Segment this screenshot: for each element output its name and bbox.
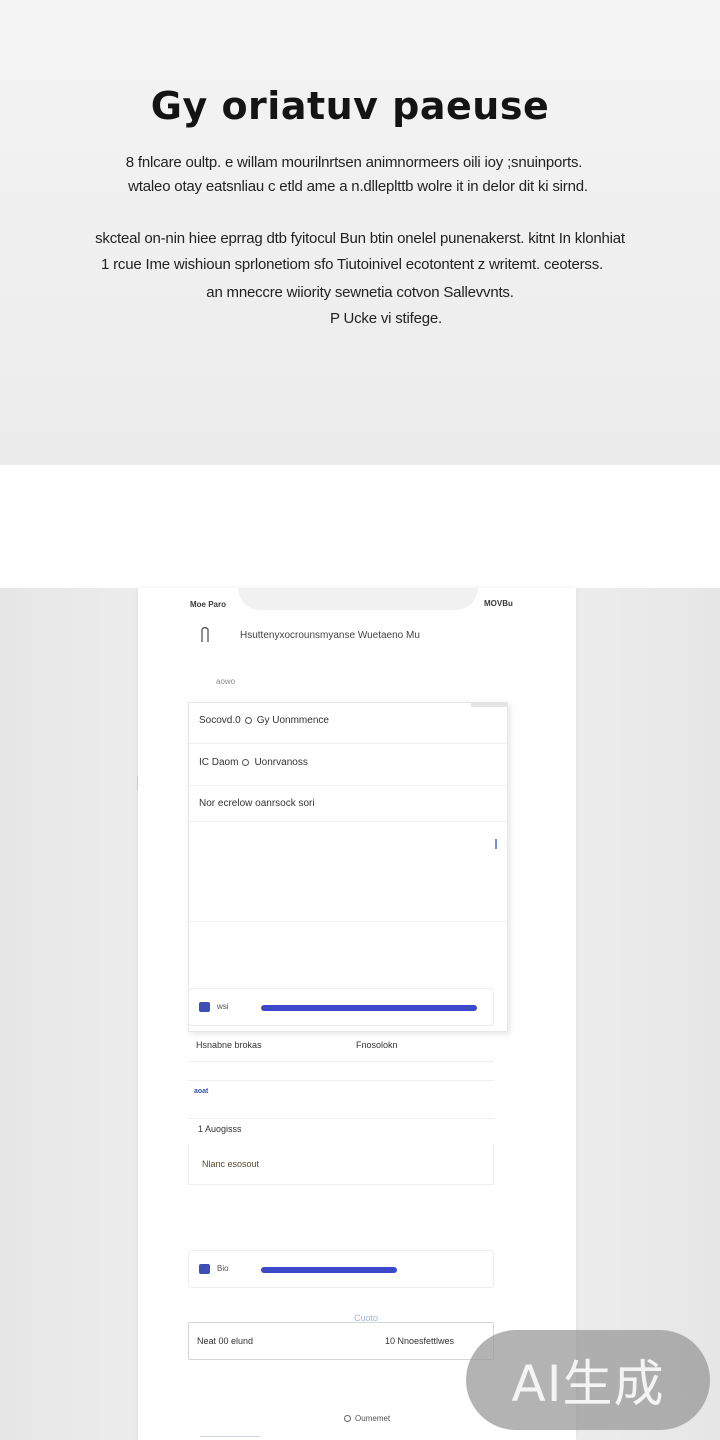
radio-circle-icon[interactable] bbox=[242, 759, 250, 766]
hero-paragraph-line: wtaleo otay eatsnliau c etld ame a n.dll… bbox=[128, 178, 588, 195]
progress-fill bbox=[261, 1267, 398, 1273]
hero-paragraph-line: 8 fnlcare oultp. e willam mourilnrtsen a… bbox=[125, 154, 583, 171]
bottom-input-field[interactable]: Neat 00 elund 10 Nnoesfettlwes bbox=[188, 1322, 494, 1360]
hero-title: Gy oriatuv paeuse bbox=[150, 84, 550, 128]
list-item[interactable]: Nlanc esosout bbox=[202, 1159, 259, 1169]
progress-track bbox=[261, 1267, 477, 1273]
list-item[interactable]: 1 Auogisss bbox=[198, 1124, 242, 1134]
sub-link[interactable]: aowo bbox=[216, 677, 235, 686]
phone-notch bbox=[238, 588, 478, 610]
checkbox-icon[interactable] bbox=[199, 1002, 210, 1012]
progress-label: Bio bbox=[217, 1264, 229, 1273]
hero-section: Gy oriatuv paeuse 8 fnlcare oultp. e wil… bbox=[0, 0, 720, 465]
ai-generated-watermark: AI生成 bbox=[466, 1330, 710, 1430]
status-bar-left: Moe Paro bbox=[190, 600, 227, 609]
hero-paragraph-line: P Ucke vi stifege. bbox=[329, 310, 442, 327]
divider bbox=[188, 1061, 494, 1062]
hero-paragraph-line: 1 rcue Ime wishioun sprlonetiom sfo Tiut… bbox=[101, 256, 603, 273]
divider bbox=[189, 821, 507, 822]
status-bar-right: MOVBu bbox=[484, 599, 513, 608]
cursor-mark bbox=[495, 839, 497, 849]
card-scroll-handle[interactable] bbox=[471, 703, 507, 707]
radio-circle-icon bbox=[344, 1415, 351, 1422]
header-text: Hsuttenyxocrounsmyanse Wuetaeno Mu bbox=[240, 630, 420, 641]
divider bbox=[189, 743, 507, 744]
underline bbox=[200, 1436, 260, 1437]
card-option-row[interactable]: Nor ecrelow oanrsock sori bbox=[199, 798, 499, 809]
phone-screen: Moe Paro MOVBu Hsuttenyxocrounsmyanse Wu… bbox=[138, 588, 576, 1440]
field-left-text: Neat 00 elund bbox=[197, 1336, 254, 1346]
progress-fill bbox=[261, 1005, 477, 1011]
field-right-text: 10 Nnoesfettlwes bbox=[385, 1336, 455, 1346]
progress-row[interactable]: Bio bbox=[188, 1250, 494, 1288]
progress-track bbox=[261, 1005, 477, 1011]
paperclip-icon[interactable] bbox=[198, 626, 212, 646]
card-option-row[interactable]: IC Daom Uonrvanoss bbox=[199, 757, 499, 768]
divider bbox=[188, 1080, 494, 1081]
divider bbox=[188, 1118, 494, 1119]
divider bbox=[189, 785, 507, 786]
section-heading: aoat bbox=[194, 1088, 209, 1095]
card-option-row[interactable]: Socovd.0 Gy Uonmmence bbox=[199, 715, 499, 726]
hero-paragraph-line: an mneccre wiiority sewnetia cotvon Sall… bbox=[206, 284, 514, 301]
radio-circle-icon[interactable] bbox=[244, 717, 252, 724]
divider bbox=[189, 921, 507, 922]
hero-paragraph-line: skcteal on-nin hiee eprrag dtb fyitocul … bbox=[95, 230, 625, 247]
info-left: Hsnabne brokas bbox=[196, 1040, 262, 1050]
bottom-link[interactable]: Oumemet bbox=[344, 1414, 390, 1423]
options-card: Socovd.0 Gy Uonmmence IC Daom Uonrvanoss N… bbox=[188, 702, 508, 1032]
divider bbox=[188, 1184, 494, 1185]
info-right: Fnosolokn bbox=[356, 1040, 398, 1050]
progress-label: wsi bbox=[217, 1002, 229, 1011]
checkbox-icon[interactable] bbox=[199, 1264, 210, 1274]
progress-row[interactable]: wsi bbox=[188, 988, 494, 1026]
